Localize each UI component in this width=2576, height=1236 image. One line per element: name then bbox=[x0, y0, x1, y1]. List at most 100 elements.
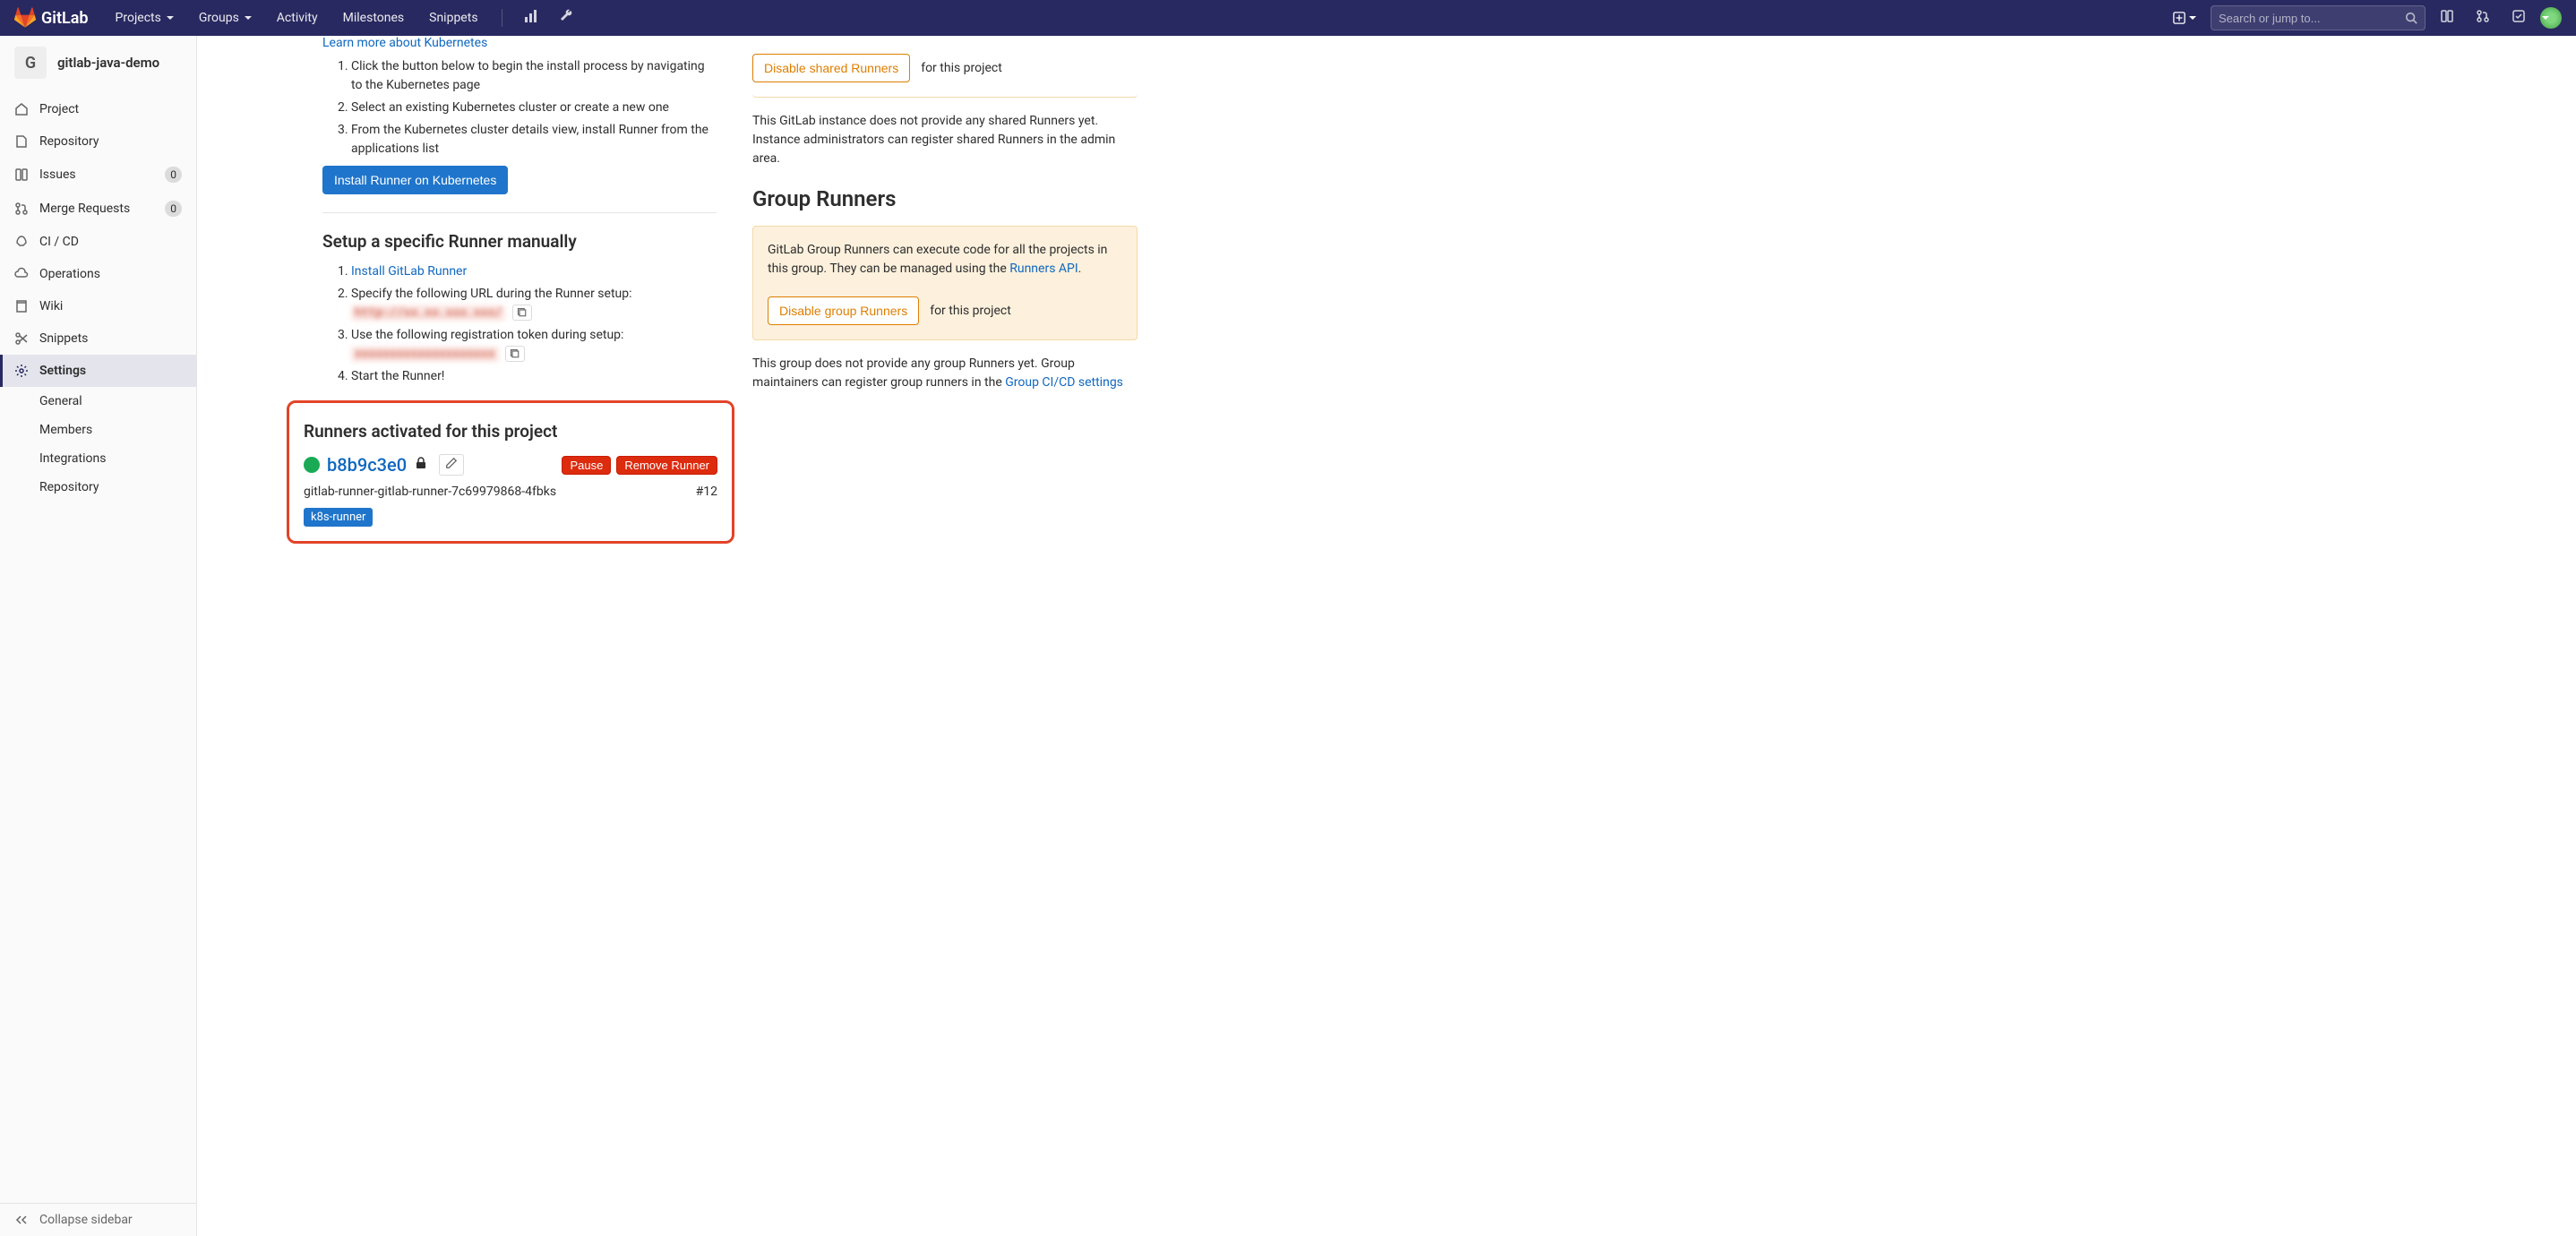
gitlab-logo[interactable]: GitLab bbox=[14, 7, 89, 29]
sidebar-label: Snippets bbox=[39, 331, 88, 346]
tanuki-icon bbox=[14, 7, 36, 29]
for-project-text: for this project bbox=[921, 61, 1002, 75]
nav-groups[interactable]: Groups bbox=[190, 4, 261, 32]
project-avatar: G bbox=[14, 47, 47, 79]
sub-general[interactable]: General bbox=[0, 387, 196, 416]
sidebar-nav: Project Repository Issues 0 Merge Request… bbox=[0, 90, 196, 1203]
edit-runner-button[interactable] bbox=[439, 454, 464, 476]
runners-api-link[interactable]: Runners API bbox=[1009, 262, 1078, 276]
chevron-left-icon bbox=[14, 1213, 29, 1227]
wrench-icon[interactable] bbox=[553, 2, 581, 34]
project-header[interactable]: G gitlab-java-demo bbox=[0, 36, 196, 90]
sidebar-label: Repository bbox=[39, 134, 99, 149]
todos-icon[interactable] bbox=[2504, 2, 2533, 34]
nav-projects[interactable]: Projects bbox=[107, 4, 183, 32]
header-right bbox=[2166, 2, 2562, 34]
sidebar-item-settings[interactable]: Settings bbox=[0, 355, 196, 387]
sidebar-label: Operations bbox=[39, 267, 100, 281]
activated-runners-box: Runners activated for this project b8b9c… bbox=[287, 400, 734, 544]
nav-activity[interactable]: Activity bbox=[268, 4, 327, 32]
group-runners-title: Group Runners bbox=[752, 186, 1138, 211]
kubernetes-steps: Click the button below to begin the inst… bbox=[322, 57, 717, 159]
sub-repository[interactable]: Repository bbox=[0, 473, 196, 502]
sidebar-label: CI / CD bbox=[39, 235, 79, 249]
nav-snippets[interactable]: Snippets bbox=[420, 4, 486, 32]
scissors-icon bbox=[14, 331, 29, 346]
main-content: Learn more about Kubernetes Click the bu… bbox=[197, 36, 2576, 579]
shared-runners-note: This GitLab instance does not provide an… bbox=[752, 112, 1138, 168]
sidebar-label: Project bbox=[39, 102, 79, 116]
sidebar-label: Issues bbox=[39, 167, 76, 182]
header-left: GitLab Projects Groups Activity Mileston… bbox=[14, 2, 581, 34]
k8s-step-3: From the Kubernetes cluster details view… bbox=[351, 121, 717, 159]
install-runner-kubernetes-button[interactable]: Install Runner on Kubernetes bbox=[322, 166, 508, 194]
learn-kubernetes-link[interactable]: Learn more about Kubernetes bbox=[322, 36, 487, 50]
sidebar: G gitlab-java-demo Project Repository Is… bbox=[0, 36, 197, 1236]
top-header: GitLab Projects Groups Activity Mileston… bbox=[0, 0, 2576, 36]
divider bbox=[322, 212, 717, 213]
sub-integrations[interactable]: Integrations bbox=[0, 444, 196, 473]
sidebar-item-snippets[interactable]: Snippets bbox=[0, 322, 196, 355]
nav-milestones[interactable]: Milestones bbox=[334, 4, 414, 32]
sidebar-item-cicd[interactable]: CI / CD bbox=[0, 226, 196, 258]
sidebar-label: Wiki bbox=[39, 299, 63, 313]
search-box[interactable] bbox=[2211, 5, 2426, 30]
remove-runner-button[interactable]: Remove Runner bbox=[616, 456, 717, 475]
sidebar-item-project[interactable]: Project bbox=[0, 93, 196, 125]
runner-tag: k8s-runner bbox=[304, 508, 373, 527]
sidebar-label: Merge Requests bbox=[39, 202, 130, 216]
file-icon bbox=[14, 134, 29, 149]
runner-id-link[interactable]: b8b9c3e0 bbox=[327, 454, 407, 476]
runner-desc-row: gitlab-runner-gitlab-runner-7c69979868-4… bbox=[304, 485, 717, 499]
user-avatar[interactable] bbox=[2540, 7, 2562, 29]
search-icon bbox=[2405, 12, 2417, 24]
sidebar-item-issues[interactable]: Issues 0 bbox=[0, 158, 196, 192]
runner-description: gitlab-runner-gitlab-runner-7c69979868-4… bbox=[304, 485, 556, 499]
install-gitlab-runner-link[interactable]: Install GitLab Runner bbox=[351, 264, 467, 279]
runner-token-code: xxxxxxxxxxxxxxxxxxxx bbox=[351, 347, 499, 362]
settings-submenu: General Members Integrations Repository bbox=[0, 387, 196, 502]
book-icon bbox=[14, 299, 29, 313]
chart-icon[interactable] bbox=[517, 2, 545, 34]
gear-icon bbox=[14, 364, 29, 378]
sidebar-item-wiki[interactable]: Wiki bbox=[0, 290, 196, 322]
issues-icon[interactable] bbox=[2433, 2, 2461, 34]
sidebar-item-operations[interactable]: Operations bbox=[0, 258, 196, 290]
k8s-step-2: Select an existing Kubernetes cluster or… bbox=[351, 99, 717, 117]
sub-members[interactable]: Members bbox=[0, 416, 196, 444]
merge-icon bbox=[14, 202, 29, 216]
manual-steps: Install GitLab Runner Specify the follow… bbox=[322, 262, 717, 386]
copy-token-button[interactable] bbox=[505, 346, 525, 362]
runner-url-code: http://xx.xx.xxx.xxx/ bbox=[351, 305, 505, 321]
sidebar-item-merge-requests[interactable]: Merge Requests0 bbox=[0, 192, 196, 226]
k8s-step-1: Click the button below to begin the inst… bbox=[351, 57, 717, 95]
collapse-label: Collapse sidebar bbox=[39, 1213, 133, 1227]
lock-icon bbox=[414, 456, 428, 474]
group-alert-text: GitLab Group Runners can execute code fo… bbox=[768, 241, 1122, 279]
pause-runner-button[interactable]: Pause bbox=[562, 456, 611, 475]
manual-step-2-text: Specify the following URL during the Run… bbox=[351, 287, 632, 301]
rocket-icon bbox=[14, 235, 29, 249]
project-name: gitlab-java-demo bbox=[57, 55, 159, 71]
shared-runners-row: Disable shared Runners for this project bbox=[752, 36, 1138, 98]
issues-icon bbox=[14, 167, 29, 182]
home-icon bbox=[14, 102, 29, 116]
runner-row: b8b9c3e0 Pause Remove Runner bbox=[304, 454, 717, 476]
copy-url-button[interactable] bbox=[512, 305, 532, 321]
disable-group-runners-button[interactable]: Disable group Runners bbox=[768, 296, 919, 325]
disable-shared-runners-button[interactable]: Disable shared Runners bbox=[752, 54, 910, 82]
cloud-icon bbox=[14, 267, 29, 281]
group-cicd-settings-link[interactable]: Group CI/CD settings bbox=[1005, 375, 1123, 390]
right-column: Disable shared Runners for this project … bbox=[752, 36, 1138, 544]
collapse-sidebar[interactable]: Collapse sidebar bbox=[0, 1203, 196, 1236]
search-input[interactable] bbox=[2219, 12, 2405, 25]
manual-step-2: Specify the following URL during the Run… bbox=[351, 285, 717, 322]
brand-text: GitLab bbox=[41, 9, 89, 28]
plus-button[interactable] bbox=[2166, 8, 2203, 28]
for-project-text-2: for this project bbox=[930, 304, 1011, 318]
sidebar-item-repository[interactable]: Repository bbox=[0, 125, 196, 158]
manual-step-4: Start the Runner! bbox=[351, 367, 717, 386]
merge-request-icon[interactable] bbox=[2469, 2, 2497, 34]
runner-number: #12 bbox=[696, 485, 717, 499]
issues-count: 0 bbox=[165, 167, 182, 183]
